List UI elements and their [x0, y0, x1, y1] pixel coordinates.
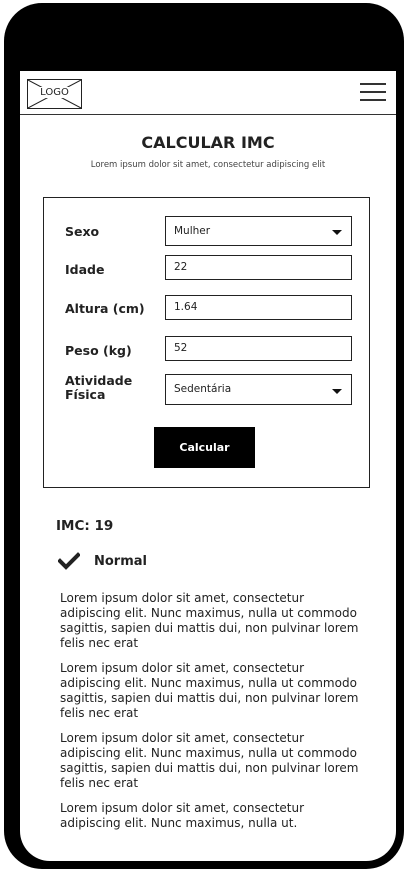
age-input-value: 22 — [174, 261, 188, 273]
logo[interactable]: LOGO — [27, 79, 82, 109]
sex-select[interactable]: Mulher — [165, 216, 352, 246]
status-label: Normal — [94, 554, 147, 569]
weight-label: Peso (kg) — [65, 343, 132, 358]
imc-result: IMC: 19 — [56, 518, 114, 534]
activity-select-value: Sedentária — [174, 383, 232, 395]
result-paragraph: Lorem ipsum dolor sit amet, consectetur … — [60, 591, 359, 650]
activity-label-line1: Atividade — [65, 373, 133, 388]
result-paragraph: Lorem ipsum dolor sit amet, consectetur … — [60, 731, 359, 790]
chevron-down-icon — [332, 389, 342, 394]
height-input[interactable]: 1.64 — [165, 295, 352, 320]
app-screen: LOGO CALCULAR IMC Lorem ipsum dolor sit … — [20, 71, 396, 861]
app-header: LOGO — [20, 71, 396, 115]
age-label: Idade — [65, 262, 105, 277]
phone-frame: LOGO CALCULAR IMC Lorem ipsum dolor sit … — [4, 3, 404, 869]
age-input[interactable]: 22 — [165, 255, 352, 280]
result-paragraph: Lorem ipsum dolor sit amet, consectetur … — [60, 661, 359, 720]
imc-form: Sexo Mulher Idade 22 Altura (cm) 1.64 Pe… — [43, 197, 370, 488]
activity-select[interactable]: Sedentária — [165, 374, 352, 405]
weight-input-value: 52 — [174, 342, 188, 354]
activity-label-line2: Física — [65, 387, 106, 402]
height-input-value: 1.64 — [174, 301, 198, 313]
weight-input[interactable]: 52 — [165, 336, 352, 361]
logo-label: LOGO — [39, 87, 70, 98]
height-label: Altura (cm) — [65, 301, 145, 316]
hamburger-menu-icon[interactable] — [360, 83, 386, 103]
chevron-down-icon — [332, 230, 342, 235]
calculate-button[interactable]: Calcular — [154, 427, 255, 468]
result-paragraph: Lorem ipsum dolor sit amet, consectetur … — [60, 801, 305, 830]
sex-label: Sexo — [65, 224, 100, 239]
activity-label: Atividade Física — [65, 374, 132, 402]
checkmark-icon — [58, 552, 80, 570]
page-title: CALCULAR IMC — [141, 133, 275, 152]
page-subtitle: Lorem ipsum dolor sit amet, consectetur … — [90, 160, 326, 170]
sex-select-value: Mulher — [174, 225, 211, 237]
